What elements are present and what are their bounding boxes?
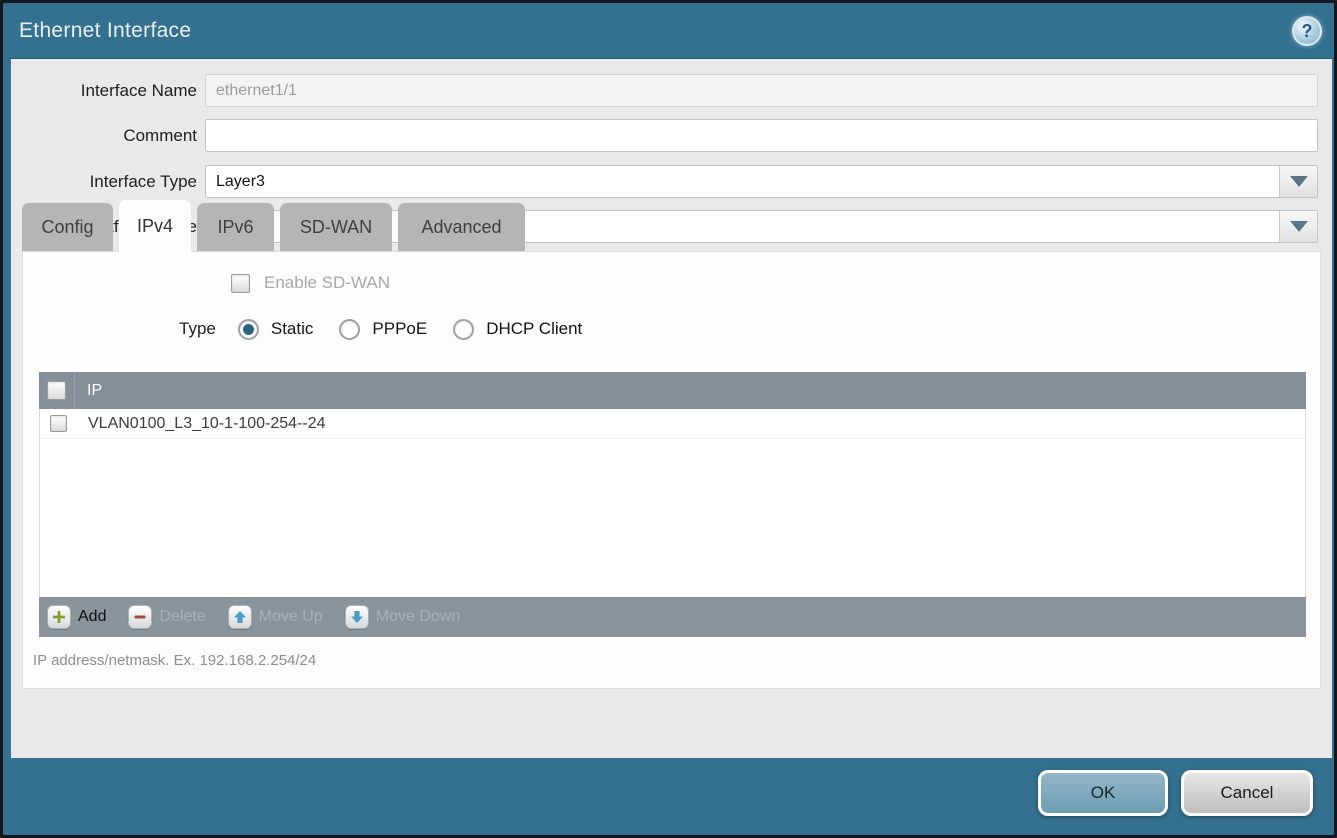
comment-input[interactable]	[205, 119, 1318, 152]
plus-icon	[47, 605, 71, 629]
radio-dhcp-client[interactable]: DHCP Client	[453, 319, 582, 340]
ip-table-header: IP	[39, 372, 1306, 409]
select-all-checkbox[interactable]	[47, 381, 66, 400]
field-row-comment: Comment	[11, 119, 1318, 152]
delete-button: Delete	[128, 605, 205, 629]
move-up-button-label: Move Up	[259, 608, 323, 626]
radio-pppoe[interactable]: PPPoE	[339, 319, 427, 340]
ethernet-interface-dialog: Ethernet Interface ? Interface Name Comm…	[0, 0, 1337, 838]
enable-sdwan-label: Enable SD-WAN	[264, 273, 390, 293]
radio-dhcp-client-label: DHCP Client	[486, 319, 582, 339]
delete-button-label: Delete	[159, 608, 205, 626]
radio-pppoe-label: PPPoE	[372, 319, 427, 339]
interface-type-select[interactable]: Layer3	[205, 165, 1318, 198]
ip-column-header: IP	[75, 382, 102, 400]
help-icon[interactable]: ?	[1292, 16, 1322, 46]
ok-button[interactable]: OK	[1038, 770, 1168, 816]
ip-cell: VLAN0100_L3_10-1-100-254--24	[76, 415, 326, 433]
field-row-interface-name: Interface Name	[11, 74, 1318, 107]
type-radio-group: Type Static PPPoE DHCP Client	[179, 316, 594, 342]
enable-sdwan-row: Enable SD-WAN	[231, 270, 390, 296]
arrow-up-icon	[228, 605, 252, 629]
dialog-title: Ethernet Interface	[19, 19, 191, 43]
tab-ipv4[interactable]: IPv4	[119, 200, 191, 252]
interface-name-input	[205, 74, 1318, 107]
row-checkbox[interactable]	[50, 415, 67, 432]
comment-label: Comment	[11, 119, 205, 152]
add-button-label: Add	[78, 608, 106, 626]
tab-sd-wan[interactable]: SD-WAN	[280, 203, 392, 252]
chevron-down-icon[interactable]	[1279, 166, 1317, 197]
radio-static[interactable]: Static	[238, 319, 314, 340]
interface-type-label: Interface Type	[11, 165, 205, 198]
chevron-down-icon[interactable]	[1279, 211, 1317, 242]
minus-icon	[128, 605, 152, 629]
tab-bar: Config IPv4 IPv6 SD-WAN Advanced	[22, 200, 525, 252]
ip-format-hint: IP address/netmask. Ex. 192.168.2.254/24	[33, 652, 316, 669]
tab-config[interactable]: Config	[22, 203, 113, 252]
radio-button-icon[interactable]	[453, 319, 474, 340]
ipv4-panel: Enable SD-WAN Type Static PPPoE DHCP Cli…	[23, 252, 1320, 688]
ip-table-toolbar: Add Delete Move Up	[39, 597, 1306, 637]
table-row[interactable]: VLAN0100_L3_10-1-100-254--24	[40, 409, 1305, 439]
type-label: Type	[179, 319, 216, 339]
radio-static-label: Static	[271, 319, 314, 339]
arrow-down-icon	[345, 605, 369, 629]
enable-sdwan-checkbox	[231, 274, 250, 293]
tab-ipv6[interactable]: IPv6	[197, 203, 274, 252]
ip-table-body: VLAN0100_L3_10-1-100-254--24	[39, 409, 1306, 597]
move-up-button: Move Up	[228, 605, 323, 629]
radio-button-icon[interactable]	[238, 319, 259, 340]
dialog-titlebar: Ethernet Interface ?	[3, 3, 1334, 58]
dialog-body: Interface Name Comment Interface Type La…	[11, 58, 1332, 758]
interface-name-label: Interface Name	[11, 74, 205, 107]
move-down-button: Move Down	[345, 605, 460, 629]
move-down-button-label: Move Down	[376, 608, 460, 626]
field-row-interface-type: Interface Type Layer3	[11, 165, 1318, 198]
interface-type-value: Layer3	[206, 166, 1279, 197]
ip-table: IP VLAN0100_L3_10-1-100-254--24 Add	[39, 372, 1306, 637]
tab-advanced[interactable]: Advanced	[398, 203, 525, 252]
cancel-button[interactable]: Cancel	[1181, 770, 1313, 816]
add-button[interactable]: Add	[47, 605, 106, 629]
help-glyph: ?	[1302, 21, 1313, 42]
radio-button-icon[interactable]	[339, 319, 360, 340]
